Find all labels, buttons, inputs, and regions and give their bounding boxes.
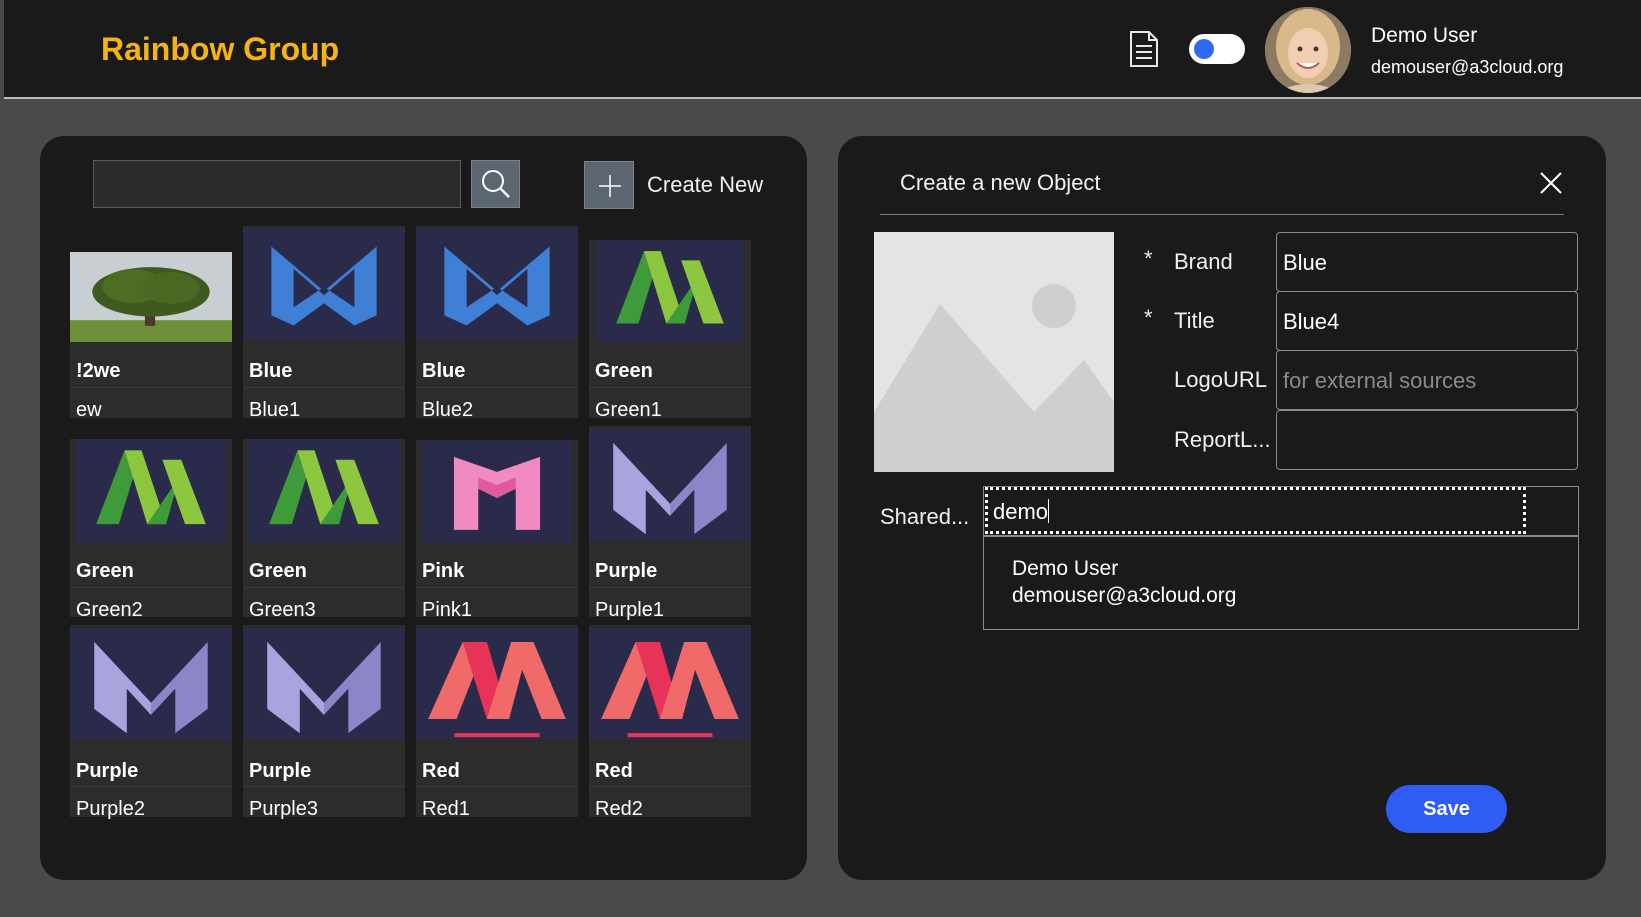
field-input[interactable]: Blue [1276, 232, 1578, 292]
document-icon[interactable] [1128, 30, 1160, 68]
tile-title: Green [76, 560, 134, 582]
close-icon[interactable] [1538, 170, 1564, 196]
tile-subtitle: Blue1 [249, 399, 301, 421]
gallery-tile[interactable]: Blue Blue1 [243, 226, 405, 421]
tile-divider [243, 587, 405, 588]
shared-label: Shared... [880, 504, 970, 529]
tile-title: Purple [249, 760, 312, 782]
tile-divider [70, 587, 232, 588]
green-m-logo [70, 439, 232, 543]
gallery-tile[interactable]: Purple Purple1 [589, 426, 751, 621]
required-mark: * [1144, 246, 1153, 271]
blue-m-logo [243, 226, 405, 342]
form-divider [880, 214, 1564, 215]
search-icon [482, 170, 510, 198]
tile-title: Green [249, 560, 307, 582]
field-input[interactable] [1276, 410, 1578, 470]
purple-m-logo [243, 625, 405, 742]
field-input[interactable]: for external sources [1276, 350, 1578, 410]
red-m-logo [416, 625, 578, 742]
tile-subtitle: Pink1 [422, 599, 473, 621]
image-upload-placeholder[interactable] [874, 232, 1114, 472]
red-m-logo [589, 625, 751, 742]
tile-title: Blue [249, 360, 293, 382]
tile-subtitle: Blue2 [422, 399, 474, 421]
shared-input-value: demo [993, 499, 1049, 524]
tile-title: Red [422, 760, 460, 782]
field-label: Title [1174, 308, 1215, 333]
suggestion-name: Demo User [1012, 557, 1119, 580]
tile-divider [243, 387, 405, 388]
gallery-tile[interactable]: Purple Purple2 [70, 625, 232, 820]
tile-divider [416, 587, 578, 588]
tile-title: Blue [422, 360, 466, 382]
user-email: demouser@a3cloud.org [1371, 57, 1564, 77]
tile-subtitle: Red2 [595, 798, 643, 820]
gallery-tile[interactable]: Green Green1 [589, 240, 751, 421]
tile-divider [243, 786, 405, 787]
field-input[interactable]: Blue4 [1276, 291, 1578, 351]
suggestion-email: demouser@a3cloud.org [1012, 584, 1237, 607]
required-mark: * [1144, 305, 1153, 330]
field-label: LogoURL [1174, 367, 1267, 392]
tile-title: Purple [76, 760, 139, 782]
field-label: Brand [1174, 249, 1233, 274]
tile-subtitle: Red1 [422, 798, 470, 820]
tile-title: Purple [595, 560, 658, 582]
gallery-tile[interactable]: Green Green2 [70, 439, 232, 621]
tile-divider [70, 786, 232, 787]
theme-toggle[interactable] [1189, 34, 1245, 64]
tile-subtitle: ew [76, 399, 102, 421]
search-button[interactable] [471, 160, 520, 208]
blue-m-logo [416, 226, 578, 342]
toggle-knob [1194, 39, 1214, 59]
shared-search-input[interactable]: demo [985, 487, 1526, 534]
tile-subtitle: Green3 [249, 599, 316, 621]
tile-subtitle: Purple1 [595, 599, 664, 621]
image-placeholder-icon [874, 232, 1114, 472]
tile-subtitle: Purple3 [249, 798, 318, 820]
purple-m-logo [70, 625, 232, 742]
plus-icon [599, 175, 621, 197]
field-label: ReportL... [1174, 427, 1271, 452]
app-header: Rainbow Group Demo User demouser@a3cloud… [4, 0, 1641, 99]
pink-m-logo [416, 440, 578, 543]
tile-subtitle: Purple2 [76, 798, 145, 820]
gallery-tile[interactable]: Purple Purple3 [243, 625, 405, 820]
tile-divider [589, 587, 751, 588]
tile-divider [589, 786, 751, 787]
tree-photo [70, 252, 232, 342]
purple-m-logo [589, 426, 751, 543]
create-object-panel: Create a new Object * Brand Blue * Title Blue… [838, 136, 1606, 880]
tile-title: !2we [76, 360, 121, 382]
tile-divider [416, 387, 578, 388]
green-m-logo [243, 439, 405, 543]
tile-divider [416, 786, 578, 787]
gallery-tile[interactable]: Red Red1 [416, 625, 578, 820]
tile-title: Pink [422, 560, 465, 582]
save-button[interactable]: Save [1386, 785, 1507, 833]
avatar[interactable] [1265, 7, 1351, 93]
green-m-logo [589, 240, 751, 342]
gallery-tile[interactable]: Green Green3 [243, 439, 405, 621]
tile-subtitle: Green2 [76, 599, 143, 621]
shared-suggestion-list: Demo User demouser@a3cloud.org [983, 536, 1579, 630]
gallery-tile[interactable]: Pink Pink1 [416, 440, 578, 621]
create-new-button[interactable] [584, 161, 634, 209]
gallery-tile[interactable]: !2we ew [70, 252, 232, 421]
text-caret [1048, 499, 1050, 523]
form-title: Create a new Object [900, 170, 1101, 195]
gallery-panel: Create New !2we ew Blue Blue1 Blue Blue2 Gr… [40, 136, 807, 880]
gallery-tile[interactable]: Red Red2 [589, 625, 751, 820]
tile-subtitle: Green1 [595, 399, 662, 421]
tile-divider [70, 387, 232, 388]
user-name: Demo User [1371, 24, 1478, 47]
create-new-label[interactable]: Create New [647, 172, 763, 198]
tile-title: Red [595, 760, 633, 782]
app-title: Rainbow Group [101, 31, 340, 67]
gallery-tile[interactable]: Blue Blue2 [416, 226, 578, 421]
tile-divider [589, 387, 751, 388]
search-input[interactable] [93, 160, 461, 208]
tile-title: Green [595, 360, 653, 382]
